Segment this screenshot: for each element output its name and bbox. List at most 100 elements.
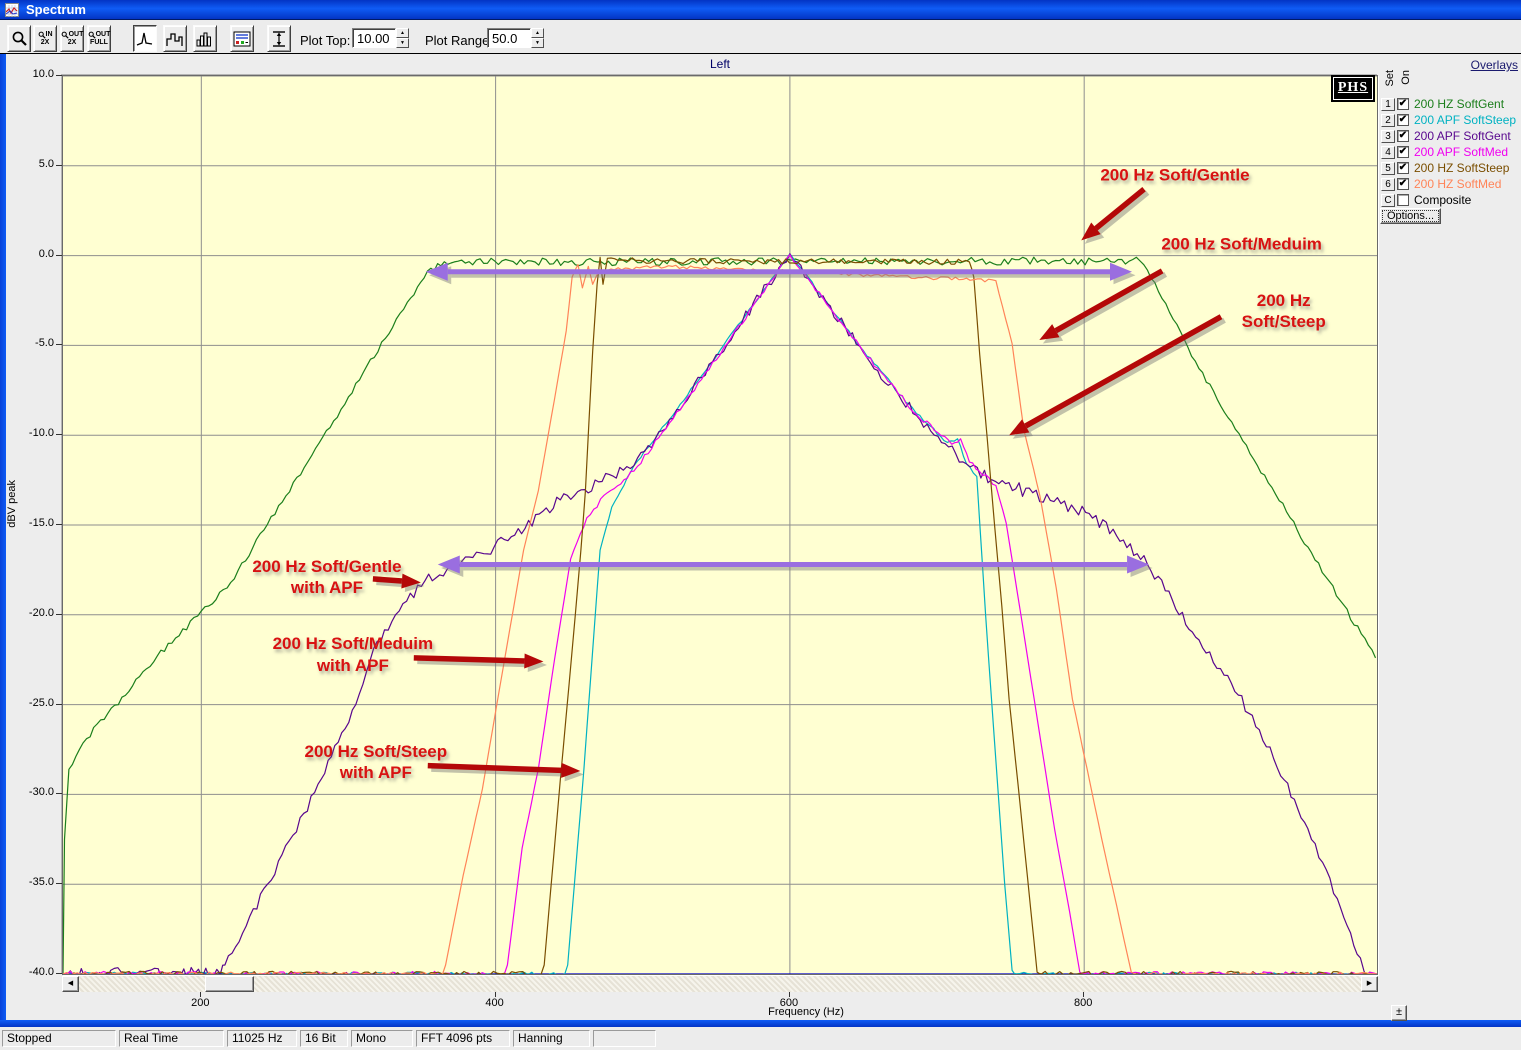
window-bottom-border [0, 1020, 1521, 1027]
plot-range-label: Plot Range: [425, 33, 493, 48]
y-tick-label: 0.0 [4, 248, 54, 260]
overlay-label: 200 HZ SoftMed [1414, 177, 1501, 191]
spectrum-window: Spectrum IN 2X OUT 2X OUT FULL [0, 0, 1521, 1050]
horizontal-scrollbar[interactable]: ◀ ▶ [62, 976, 1378, 992]
plot-top-label: Plot Top: [300, 33, 350, 48]
x-axis-title: Frequency (Hz) [700, 1006, 912, 1018]
overlay-label: 200 HZ SoftGent [1414, 97, 1504, 111]
overlay-row: C Composite [1381, 192, 1516, 208]
y-tick-label: -30.0 [4, 786, 54, 798]
plot-top-spinner[interactable]: ▲▼ [396, 28, 409, 48]
spin-down-icon[interactable]: ▼ [531, 38, 544, 48]
overlay-set-button[interactable]: 6 [1381, 178, 1395, 191]
overlay-on-checkbox[interactable]: ✔ [1397, 130, 1409, 142]
zoom-out-full-button[interactable]: OUT FULL [87, 25, 111, 52]
y-tick-mark [56, 165, 62, 166]
overlay-row: 2✔ 200 APF SoftSteep [1381, 112, 1516, 128]
overlay-on-checkbox[interactable]: ✔ [1397, 114, 1409, 126]
app-icon [5, 3, 19, 17]
magnifier-icon [88, 31, 96, 39]
y-tick-mark [56, 75, 62, 76]
status-panel: Hanning [513, 1030, 590, 1047]
overlay-on-checkbox[interactable] [1397, 194, 1409, 206]
scrollbar-thumb[interactable] [205, 976, 254, 992]
plot-range-spinner[interactable]: ▲▼ [531, 28, 544, 48]
overlay-set-button[interactable]: C [1381, 194, 1395, 207]
y-tick-label: 10.0 [4, 68, 54, 80]
title-bar[interactable]: Spectrum [0, 0, 1521, 20]
spin-up-icon[interactable]: ▲ [396, 28, 409, 38]
annotation-label: 200 Hz Soft/Meduim [1161, 233, 1322, 254]
overlay-rows: 1✔200 HZ SoftGent2✔200 APF SoftSteep3✔20… [1381, 96, 1516, 208]
overlay-on-checkbox[interactable]: ✔ [1397, 178, 1409, 190]
overlay-row: 4✔ 200 APF SoftMed [1381, 144, 1516, 160]
status-panel: Mono [351, 1030, 413, 1047]
overlay-on-checkbox[interactable]: ✔ [1397, 98, 1409, 110]
overlay-set-button[interactable]: 5 [1381, 162, 1395, 175]
overlay-on-checkbox[interactable]: ✔ [1397, 162, 1409, 174]
overlays-panel: Overlays Set On 1✔200 HZ SoftGent2✔200 A… [1380, 56, 1521, 231]
magnifier-icon [38, 31, 46, 39]
y-tick-label: -40.0 [4, 966, 54, 978]
overlay-label: 200 APF SoftSteep [1414, 113, 1516, 127]
overlay-set-button[interactable]: 2 [1381, 114, 1395, 127]
overlay-row: 6✔ 200 HZ SoftMed [1381, 176, 1516, 192]
scroll-left-button[interactable]: ◀ [62, 976, 79, 992]
x-tick-label: 200 [170, 997, 230, 1009]
annotation-label: 200 HzSoft/Steep [1242, 289, 1326, 332]
y-tick-mark [56, 434, 62, 435]
x-tick-label: 400 [465, 997, 525, 1009]
overlay-label: Composite [1414, 193, 1471, 207]
overlays-link[interactable]: Overlays [1471, 58, 1518, 72]
x-tick-label: 800 [1053, 997, 1113, 1009]
status-panel: 16 Bit [300, 1030, 348, 1047]
overlay-label: 200 APF SoftGent [1414, 129, 1511, 143]
overlay-row: 1✔ 200 HZ SoftGent [1381, 96, 1516, 112]
vertical-range-icon [270, 30, 288, 48]
zoom-out-2x-button[interactable]: OUT 2X [60, 25, 84, 52]
set-column-header: Set [1384, 70, 1396, 87]
overlay-row: 3✔ 200 APF SoftGent [1381, 128, 1516, 144]
status-panel [593, 1030, 656, 1047]
options-dialog-icon [233, 30, 251, 48]
overlay-on-checkbox[interactable]: ✔ [1397, 146, 1409, 158]
y-tick-mark [56, 973, 62, 974]
window-left-border [0, 54, 6, 1020]
scroll-right-button[interactable]: ▶ [1361, 976, 1378, 992]
y-tick-mark [56, 614, 62, 615]
status-bar: StoppedReal Time11025 Hz16 BitMonoFFT 40… [0, 1028, 1521, 1050]
overlay-row: 5✔200 HZ SoftSteep [1381, 160, 1516, 176]
plot-area[interactable]: 200 Hz Soft/Gentle 200 Hz Soft/Meduim 200 … [62, 75, 1378, 975]
y-tick-label: 5.0 [4, 158, 54, 170]
line-plot-button[interactable] [133, 25, 157, 52]
y-axis-title: dBV peak [6, 480, 18, 528]
overlay-set-button[interactable]: 3 [1381, 130, 1395, 143]
y-tick-label: -25.0 [4, 697, 54, 709]
plot-top-input[interactable] [352, 28, 396, 48]
stepped-plot-button[interactable] [163, 25, 187, 52]
annotation-label: 200 Hz Soft/Gentlewith APF [252, 556, 401, 599]
overlay-set-button[interactable]: 1 [1381, 98, 1395, 111]
spin-up-icon[interactable]: ▲ [531, 28, 544, 38]
bar-plot-button[interactable] [193, 25, 217, 52]
annotation-label: 200 Hz Soft/Gentle [1100, 164, 1249, 185]
channel-label: Left [62, 57, 1378, 71]
display-options-button[interactable] [230, 25, 254, 52]
y-tick-mark [56, 255, 62, 256]
window-title: Spectrum [26, 2, 86, 17]
plot-range-input[interactable] [487, 28, 531, 48]
options-button[interactable]: Options... [1380, 208, 1441, 224]
stepped-curve-icon [166, 30, 184, 48]
overlay-set-button[interactable]: 4 [1381, 146, 1395, 159]
y-tick-label: -20.0 [4, 607, 54, 619]
status-panel: Stopped [2, 1030, 116, 1047]
status-panel: 11025 Hz [227, 1030, 297, 1047]
y-tick-mark [56, 793, 62, 794]
overlay-label: 200 APF SoftMed [1414, 145, 1508, 159]
vertical-range-button[interactable] [267, 25, 291, 52]
spin-down-icon[interactable]: ▼ [396, 38, 409, 48]
y-tick-label: -5.0 [4, 337, 54, 349]
plus-minus-button[interactable]: ± [1391, 1005, 1407, 1021]
zoom-in-2x-button[interactable]: IN 2X [33, 25, 57, 52]
zoom-button[interactable] [7, 25, 31, 52]
